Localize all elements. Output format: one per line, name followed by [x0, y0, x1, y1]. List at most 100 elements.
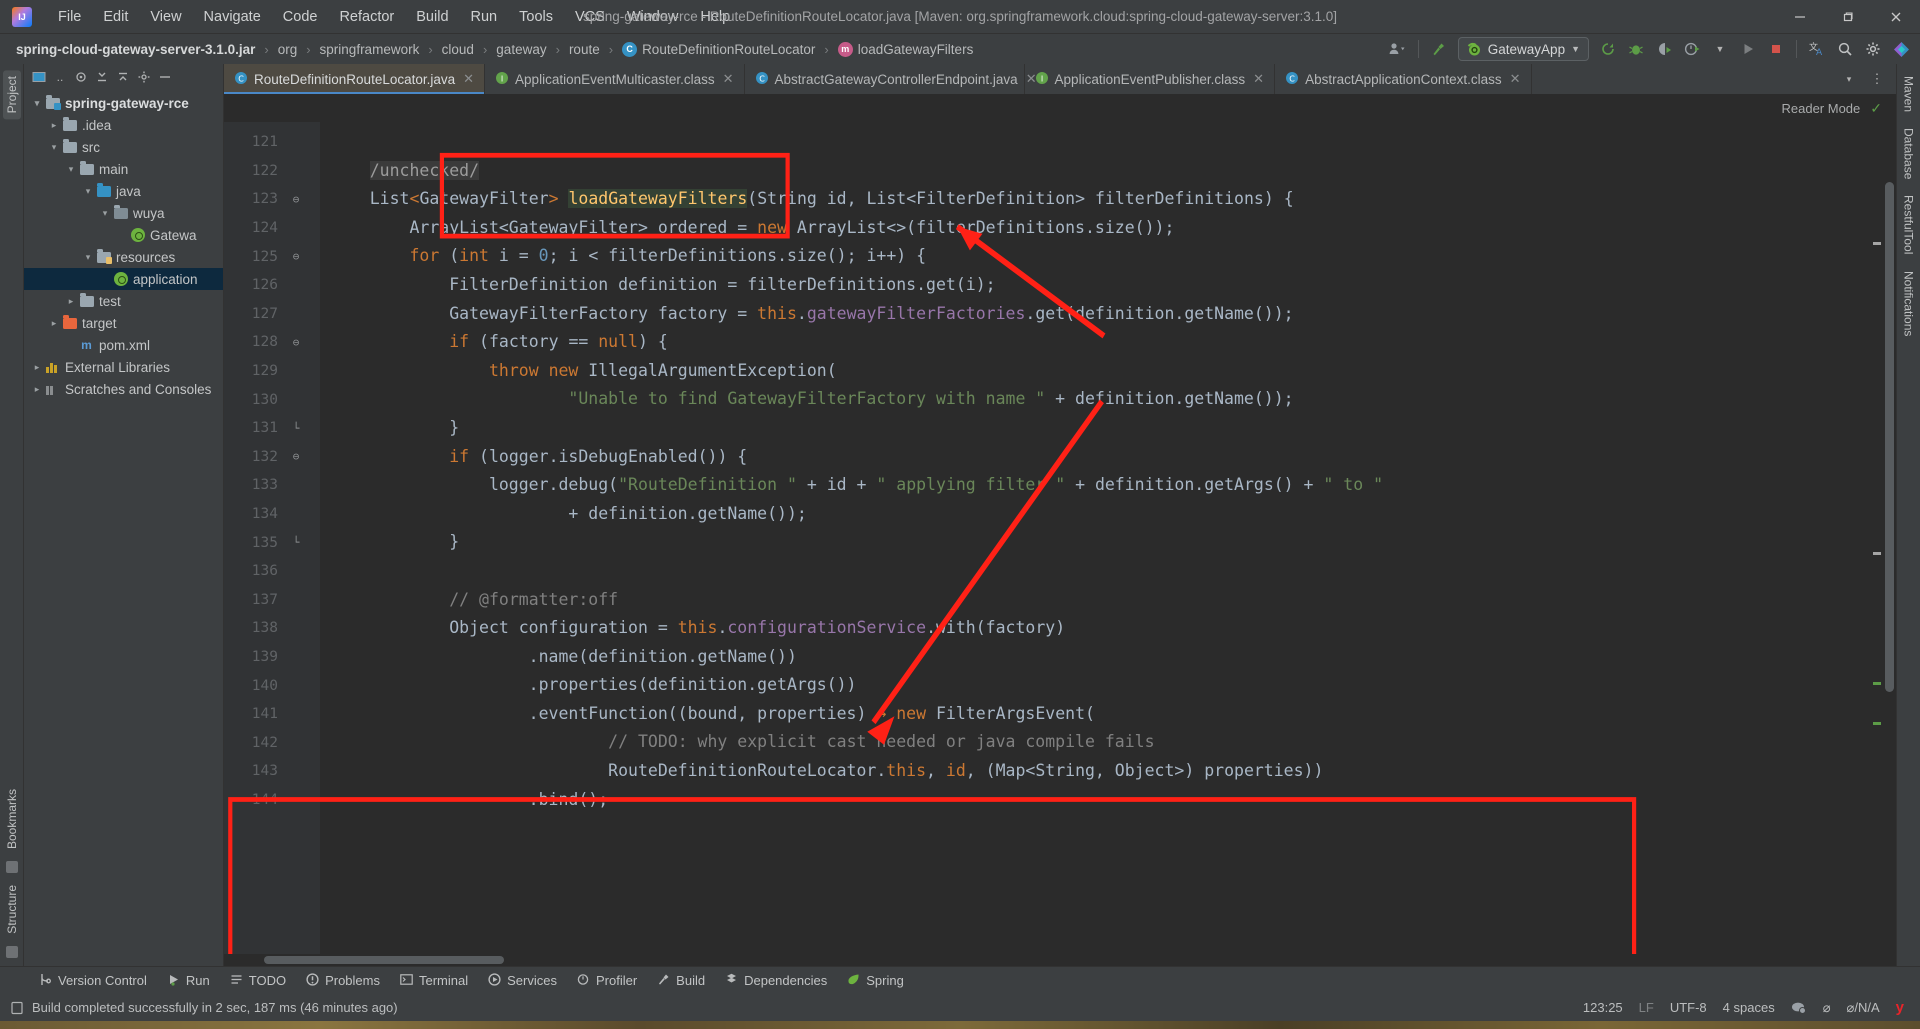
close-tab-icon[interactable]: ✕	[1510, 71, 1521, 87]
menu-tools[interactable]: Tools	[509, 5, 563, 29]
caret-position[interactable]: 123:25	[1583, 1000, 1623, 1015]
breadcrumb-org[interactable]: org	[274, 40, 302, 59]
minimize-button[interactable]	[1776, 0, 1824, 34]
gutter-line[interactable]: 125 ⊖	[224, 242, 320, 271]
gutter-line[interactable]: 126	[224, 271, 320, 300]
close-tab-icon[interactable]: ✕	[1253, 71, 1264, 87]
chevron-down-icon[interactable]: ▾	[47, 142, 61, 153]
ide-assistant-icon[interactable]	[1888, 37, 1914, 61]
tool-window-button-build[interactable]: Build	[648, 970, 714, 992]
settings-gear-icon[interactable]	[1860, 37, 1886, 61]
code-line[interactable]: + definition.getName());	[320, 500, 1896, 529]
chevron-down-icon[interactable]: ▼	[1707, 37, 1733, 61]
breadcrumb-gateway[interactable]: gateway	[492, 40, 550, 59]
breadcrumb-springframework[interactable]: springframework	[316, 40, 424, 59]
yandex-icon[interactable]: y	[1896, 999, 1904, 1016]
more-vertical-icon[interactable]: ⋮	[1864, 67, 1890, 91]
code-line[interactable]: FilterDefinition definition = filterDefi…	[320, 271, 1896, 300]
menu-help[interactable]: Help	[690, 5, 740, 29]
gutter-line[interactable]: 132 ⊖	[224, 443, 320, 472]
tree-node-src[interactable]: ▾ src	[24, 136, 223, 158]
gutter-line[interactable]: 121	[224, 128, 320, 157]
gutter-line[interactable]: 144	[224, 786, 320, 815]
tool-window-button-todo[interactable]: TODO	[221, 970, 295, 992]
gutter-line[interactable]: 133	[224, 471, 320, 500]
tree-node--idea[interactable]: ▸ .idea	[24, 114, 223, 136]
inspection-icon[interactable]	[1791, 1001, 1807, 1015]
code-line[interactable]: for (int i = 0; i < filterDefinitions.si…	[320, 242, 1896, 271]
code-line[interactable]: Object configuration = this.configuratio…	[320, 614, 1896, 643]
menu-code[interactable]: Code	[273, 5, 328, 29]
sidebar-item-structure[interactable]: Structure	[3, 879, 21, 940]
tree-node-test[interactable]: ▸ test	[24, 290, 223, 312]
code-content[interactable]: /unchecked/ List<GatewayFilter> loadGate…	[320, 122, 1896, 954]
run-configuration-selector[interactable]: GatewayApp ▼	[1457, 37, 1589, 61]
gutter-line[interactable]: 127	[224, 300, 320, 329]
code-line[interactable]: /unchecked/	[320, 157, 1896, 186]
sidebar-item-maven[interactable]: Maven	[1900, 70, 1918, 118]
menu-run[interactable]: Run	[461, 5, 508, 29]
gutter-line[interactable]: 124	[224, 214, 320, 243]
tree-node-java[interactable]: ▾ java	[24, 180, 223, 202]
gutter-line[interactable]: 134	[224, 500, 320, 529]
code-line[interactable]: }	[320, 414, 1896, 443]
tree-node-scratches-and-consoles[interactable]: ▸ Scratches and Consoles	[24, 378, 223, 400]
tool-window-button-problems[interactable]: Problems	[297, 970, 389, 992]
gutter-line[interactable]: 143	[224, 757, 320, 786]
code-line[interactable]: .bind();	[320, 786, 1896, 815]
git-branch-widget[interactable]: ⌀/N/A	[1847, 1000, 1880, 1016]
tree-node-resources[interactable]: ▾ resources	[24, 246, 223, 268]
gutter-line[interactable]: 138	[224, 614, 320, 643]
tool-window-button-spring[interactable]: Spring	[838, 970, 913, 992]
tree-node-application[interactable]: application	[24, 268, 223, 290]
fold-collapse-icon[interactable]: ⊖	[286, 193, 306, 206]
gutter-line[interactable]: 122	[224, 157, 320, 186]
run-icon[interactable]	[1735, 37, 1761, 61]
breadcrumb-cloud[interactable]: cloud	[438, 40, 478, 59]
tool-window-button-services[interactable]: Services	[479, 970, 566, 992]
menu-view[interactable]: View	[140, 5, 191, 29]
collapse-all-icon[interactable]	[114, 68, 132, 86]
search-everywhere-icon[interactable]	[1832, 37, 1858, 61]
code-line[interactable]: .name(definition.getName())	[320, 643, 1896, 672]
fold-end-icon[interactable]: └	[286, 536, 306, 549]
chevron-down-icon[interactable]: ▾	[81, 186, 95, 197]
tree-node-gatewa[interactable]: Gatewa	[24, 224, 223, 246]
chevron-down-icon[interactable]: ▾	[30, 98, 44, 109]
menu-file[interactable]: File	[48, 5, 91, 29]
inspection-ok-icon[interactable]: ✓	[1870, 100, 1882, 117]
tree-node-wuya[interactable]: ▾ wuya	[24, 202, 223, 224]
menu-navigate[interactable]: Navigate	[194, 5, 271, 29]
gutter-line[interactable]: 129	[224, 357, 320, 386]
tree-node-external-libraries[interactable]: ▸ External Libraries	[24, 356, 223, 378]
line-number-gutter[interactable]: 121 122 123 ⊖ 124 125 ⊖ 126 127 128 ⊖ 129 130 131 └ 132…	[224, 122, 320, 954]
editor-tab-abstractapplicationcontext-class[interactable]: C AbstractApplicationContext.class ✕	[1275, 64, 1532, 94]
reader-mode-label[interactable]: Reader Mode	[1781, 101, 1860, 116]
code-line[interactable]: .properties(definition.getArgs())	[320, 671, 1896, 700]
sidebar-item-database[interactable]: Database	[1900, 122, 1918, 185]
locate-icon[interactable]	[72, 68, 90, 86]
code-line[interactable]	[320, 557, 1896, 586]
code-line[interactable]: if (factory == null) {	[320, 328, 1896, 357]
fold-end-icon[interactable]: └	[286, 422, 306, 435]
gutter-line[interactable]: 141	[224, 700, 320, 729]
gutter-line[interactable]: 123 ⊖	[224, 185, 320, 214]
code-line[interactable]: "Unable to find GatewayFilterFactory wit…	[320, 385, 1896, 414]
code-line[interactable]: }	[320, 528, 1896, 557]
tool-window-button-version-control[interactable]: Version Control	[30, 970, 156, 992]
tree-node-spring-gateway-rce[interactable]: ▾ spring-gateway-rce	[24, 92, 223, 114]
vertical-scroll-thumb[interactable]	[1885, 182, 1894, 692]
chevron-down-icon[interactable]: ▾	[81, 252, 95, 263]
stop-icon[interactable]	[1763, 37, 1789, 61]
tree-node-target[interactable]: ▸ target	[24, 312, 223, 334]
error-stripe[interactable]	[1872, 122, 1882, 954]
editor-horizontal-scrollbar[interactable]	[224, 954, 1896, 966]
chevron-right-icon[interactable]: ▸	[47, 318, 61, 329]
close-button[interactable]	[1872, 0, 1920, 34]
chevron-down-icon[interactable]: ▾	[98, 208, 112, 219]
horizontal-scroll-thumb[interactable]	[264, 956, 504, 964]
line-separator[interactable]: LF	[1639, 1000, 1654, 1015]
menu-edit[interactable]: Edit	[93, 5, 138, 29]
gutter-line[interactable]: 130	[224, 385, 320, 414]
code-line[interactable]: // @formatter:off	[320, 586, 1896, 615]
